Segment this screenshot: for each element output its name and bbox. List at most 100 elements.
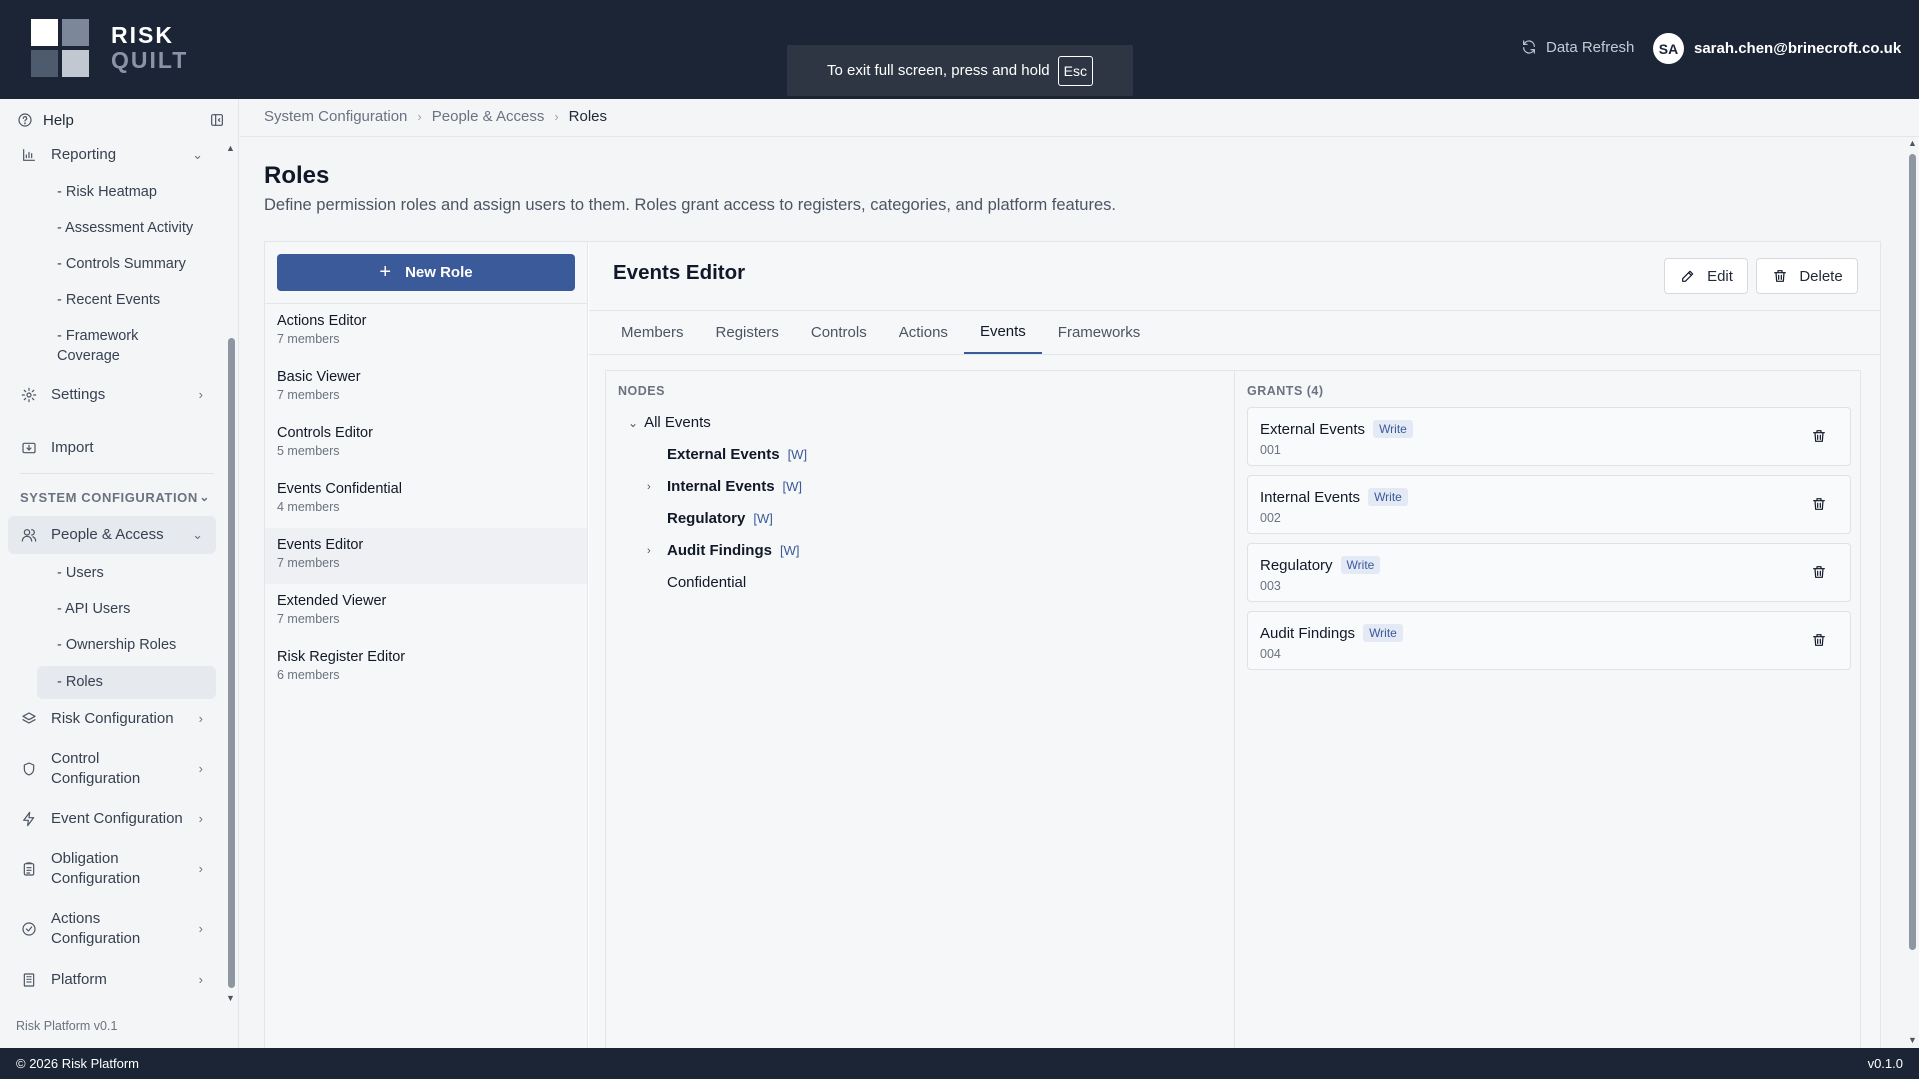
breadcrumb-system-configuration[interactable]: System Configuration xyxy=(264,108,407,125)
chevron-down-icon[interactable]: ⌄ xyxy=(628,416,638,430)
sidebar-item-event-configuration[interactable]: Event Configuration › xyxy=(10,809,215,829)
role-item-selected[interactable]: Events Editor 7 members xyxy=(265,528,587,584)
sidebar-item-import[interactable]: Import xyxy=(10,438,215,458)
sidebar-item-risk-configuration[interactable]: Risk Configuration › xyxy=(10,709,215,729)
page-description: Define permission roles and assign users… xyxy=(264,196,1116,214)
role-name: Events Confidential xyxy=(277,481,402,497)
tree-node[interactable]: › Internal Events [W] xyxy=(647,478,802,495)
pencil-icon xyxy=(1679,267,1697,285)
chevron-right-icon[interactable]: › xyxy=(647,545,651,557)
help-link[interactable]: Help xyxy=(16,111,226,129)
role-item[interactable]: Risk Register Editor 6 members xyxy=(265,640,587,696)
role-item[interactable]: Controls Editor 5 members xyxy=(265,416,587,472)
sidebar-item-actions-configuration[interactable]: Actions Configuration › xyxy=(10,909,215,949)
tree-node[interactable]: Regulatory [W] xyxy=(667,510,773,527)
sidebar-item-platform[interactable]: Platform › xyxy=(10,970,215,990)
sidebar-item-reporting[interactable]: Reporting ⌄ xyxy=(10,145,215,165)
footer: © 2026 Risk Platform v0.1.0 xyxy=(0,1048,1919,1079)
edit-label: Edit xyxy=(1707,267,1733,285)
role-member-count: 7 members xyxy=(277,388,340,402)
main-scrollbar[interactable]: ▲ ▼ xyxy=(1906,138,1918,1048)
chevron-right-icon: › xyxy=(198,972,203,987)
role-member-count: 7 members xyxy=(277,612,340,626)
delete-button[interactable]: Delete xyxy=(1756,258,1858,294)
chevron-down-icon: ⌄ xyxy=(192,527,203,542)
sidebar-label: Reporting xyxy=(51,146,117,163)
sidebar-item-api-users[interactable]: - API Users xyxy=(57,599,130,619)
sidebar-item-control-configuration[interactable]: Control Configuration › xyxy=(10,749,215,789)
sidebar-item-controls-summary[interactable]: - Controls Summary xyxy=(57,254,186,274)
logo[interactable]: RISK QUILT xyxy=(31,19,188,77)
grant-code: 003 xyxy=(1260,579,1281,593)
data-refresh-button[interactable]: Data Refresh xyxy=(1520,38,1634,56)
section-system-configuration[interactable]: SYSTEM CONFIGURATION ⌄ xyxy=(20,490,210,505)
scroll-down-arrow[interactable]: ▼ xyxy=(226,993,235,1003)
scrollbar-thumb[interactable] xyxy=(228,338,235,988)
edit-button[interactable]: Edit xyxy=(1664,258,1748,294)
new-role-button[interactable]: + New Role xyxy=(277,254,575,291)
grant-name: Internal Events xyxy=(1260,488,1361,506)
nodes-label: NODES xyxy=(618,384,665,398)
grant-card: External Events Write 001 xyxy=(1247,407,1851,466)
role-member-count: 4 members xyxy=(277,500,340,514)
sidebar-label: Actions Configuration xyxy=(51,909,140,949)
role-item[interactable]: Events Confidential 4 members xyxy=(265,472,587,528)
grant-title: Regulatory Write xyxy=(1260,556,1381,574)
tree-node-all-events[interactable]: ⌄ All Events xyxy=(628,414,711,431)
role-item[interactable]: Extended Viewer 7 members xyxy=(265,584,587,640)
chevron-right-icon: › xyxy=(198,811,203,826)
tree-node[interactable]: › Audit Findings [W] xyxy=(647,542,799,559)
scroll-down-arrow[interactable]: ▼ xyxy=(1908,1035,1917,1045)
scroll-up-arrow[interactable]: ▲ xyxy=(226,143,235,153)
tab-members[interactable]: Members xyxy=(605,310,700,354)
roles-list: + New Role Actions Editor 7 members Basi… xyxy=(265,242,588,1049)
tab-events[interactable]: Events xyxy=(963,310,1042,354)
tabs-bottom-divider xyxy=(589,354,1880,355)
collapse-sidebar-icon[interactable] xyxy=(208,111,226,129)
role-item[interactable]: Actions Editor 7 members xyxy=(265,304,587,360)
grant-code: 004 xyxy=(1260,647,1281,661)
sidebar-label: Settings xyxy=(51,386,106,403)
trash-icon[interactable] xyxy=(1810,495,1828,513)
scrollbar-thumb[interactable] xyxy=(1909,154,1916,950)
grant-name: Audit Findings xyxy=(1260,624,1356,642)
sidebar-item-recent-events[interactable]: - Recent Events xyxy=(57,290,160,310)
role-name: Risk Register Editor xyxy=(277,649,406,665)
sidebar-item-ownership-roles[interactable]: - Ownership Roles xyxy=(57,635,176,655)
sidebar-item-risk-heatmap[interactable]: - Risk Heatmap xyxy=(57,182,157,202)
breadcrumb-people-access[interactable]: People & Access xyxy=(432,108,545,125)
sidebar-item-roles[interactable]: - Roles xyxy=(57,672,103,692)
tree-node[interactable]: Confidential xyxy=(667,574,746,591)
user-menu[interactable]: SA sarah.chen@brinecroft.co.uk xyxy=(1653,33,1901,64)
sidebar-item-assessment-activity[interactable]: - Assessment Activity xyxy=(57,218,193,238)
sidebar-item-framework-coverage[interactable]: - Framework Coverage xyxy=(57,326,138,366)
role-item[interactable]: Basic Viewer 7 members xyxy=(265,360,587,416)
trash-icon[interactable] xyxy=(1810,563,1828,581)
sidebar-item-obligation-configuration[interactable]: Obligation Configuration › xyxy=(10,849,215,889)
tree-node[interactable]: External Events [W] xyxy=(667,446,807,463)
sidebar-nav: Reporting ⌄ - Risk Heatmap - Assessment … xyxy=(0,143,225,1003)
trash-icon xyxy=(1771,267,1789,285)
footer-version: v0.1.0 xyxy=(1867,1056,1903,1071)
tab-controls[interactable]: Controls xyxy=(795,310,883,354)
plus-icon: + xyxy=(379,261,392,283)
scroll-up-arrow[interactable]: ▲ xyxy=(1908,138,1917,148)
trash-icon[interactable] xyxy=(1810,427,1828,445)
write-tag: [W] xyxy=(753,511,773,526)
trash-icon[interactable] xyxy=(1810,631,1828,649)
sidebar-item-users[interactable]: - Users xyxy=(57,563,104,583)
chevron-right-icon[interactable]: › xyxy=(647,481,651,493)
sidebar-label: People & Access xyxy=(51,526,164,543)
logo-text: RISK QUILT xyxy=(111,23,188,73)
sidebar-label: Risk Configuration xyxy=(51,710,174,727)
tab-actions[interactable]: Actions xyxy=(883,310,964,354)
user-email: sarah.chen@brinecroft.co.uk xyxy=(1694,40,1902,57)
tab-frameworks[interactable]: Frameworks xyxy=(1042,310,1157,354)
sidebar-scrollbar[interactable]: ▲ ▼ xyxy=(225,143,237,1003)
delete-label: Delete xyxy=(1799,267,1843,285)
fullscreen-toast-text: To exit full screen, press and hold xyxy=(827,62,1050,79)
sidebar-item-people-access[interactable]: People & Access ⌄ xyxy=(10,525,215,545)
permission-badge: Write xyxy=(1340,556,1381,574)
sidebar-item-settings[interactable]: Settings › xyxy=(10,385,215,405)
tab-registers[interactable]: Registers xyxy=(700,310,795,354)
